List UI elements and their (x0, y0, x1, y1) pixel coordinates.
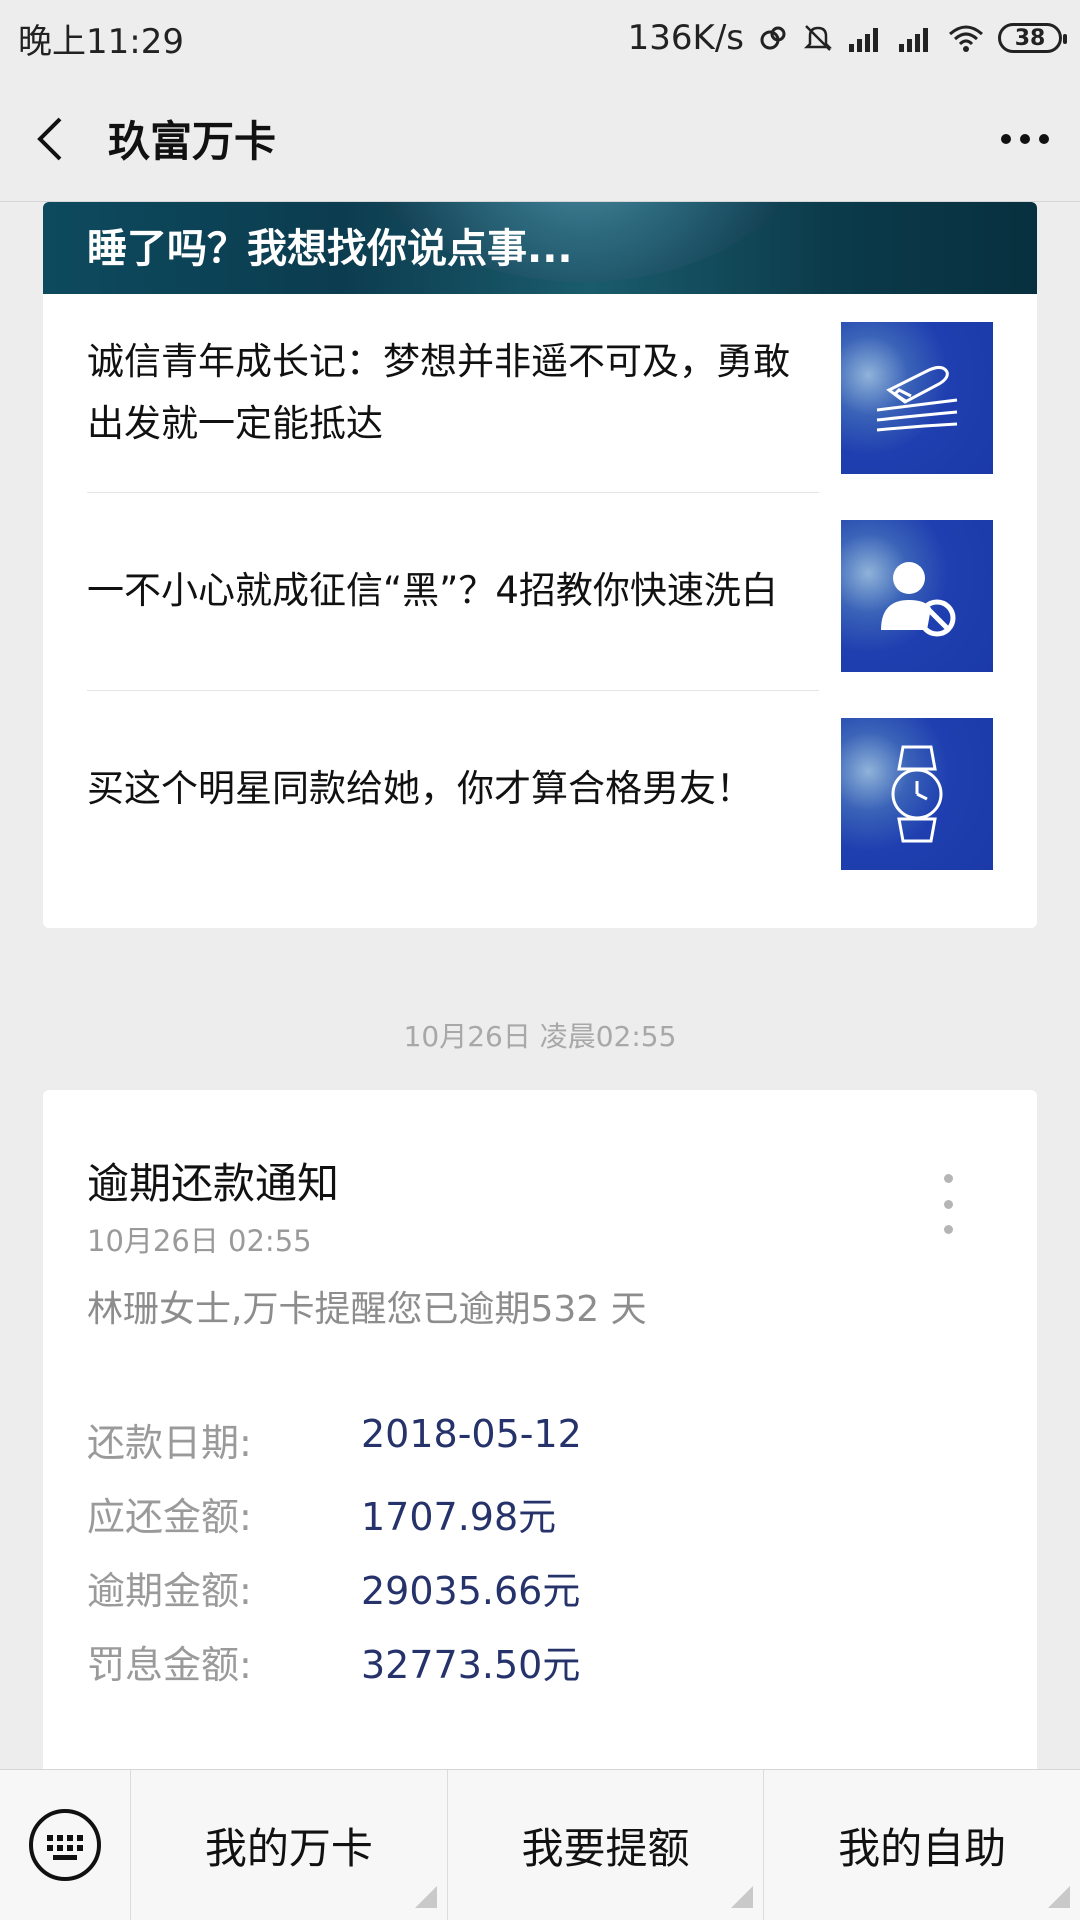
page-title: 玖富万卡 (108, 117, 277, 166)
watch-icon (841, 718, 993, 870)
article-item-1[interactable]: 诚信青年成长记：梦想并非遥不可及，勇敢出发就一定能抵达 (87, 294, 993, 492)
article-title: 诚信青年成长记：梦想并非遥不可及，勇敢出发就一定能抵达 (87, 340, 790, 445)
field-value: 32773.50元 (361, 1643, 581, 1687)
dot-icon (943, 1225, 953, 1234)
message-timestamp: 10月26日 凌晨02:55 (403, 1020, 677, 1053)
menu-my-card[interactable]: 我的万卡 (130, 1770, 447, 1920)
chat-content[interactable]: 睡了吗？我想找你说点事... 诚信青年成长记：梦想并非遥不可及，勇敢出发就一定能… (0, 202, 1080, 1769)
field-amount-due: 应还金额: 1707.98元 (87, 1486, 556, 1541)
article-card: 睡了吗？我想找你说点事... 诚信青年成长记：梦想并非遥不可及，勇敢出发就一定能… (43, 202, 1037, 928)
notice-date: 10月26日 02:55 (87, 1224, 312, 1258)
signal-icon (848, 24, 884, 52)
menu-label: 我的万卡 (204, 1823, 373, 1873)
user-blocked-icon (841, 520, 993, 672)
wifi-icon (948, 24, 984, 52)
field-penalty-amount: 罚息金额: 32773.50元 (87, 1634, 580, 1689)
field-value: 29035.66元 (361, 1569, 581, 1613)
field-label: 还款日期: (87, 1421, 252, 1465)
article-item-3[interactable]: 买这个明星同款给她，你才算合格男友！ (87, 690, 993, 888)
menu-label: 我要提额 (521, 1823, 690, 1873)
menu-self-service[interactable]: 我的自助 (763, 1770, 1080, 1920)
notice-more-button[interactable] (933, 1174, 963, 1234)
overdue-notice-card[interactable]: 逾期还款通知 10月26日 02:55 林珊女士,万卡提醒您已逾期532 天 还… (43, 1090, 1037, 1769)
article-title: 一不小心就成征信“黑”？4招教你快速洗白 (87, 569, 778, 612)
article-item-2[interactable]: 一不小心就成征信“黑”？4招教你快速洗白 (87, 492, 993, 690)
battery-indicator: 38 (998, 23, 1067, 53)
notice-title: 逾期还款通知 (87, 1159, 340, 1208)
more-button[interactable] (970, 76, 1080, 201)
net-speed: 136K/s (627, 18, 744, 58)
dot-icon (943, 1174, 953, 1183)
field-value: 1707.98元 (361, 1495, 557, 1539)
signal-icon-2 (898, 24, 934, 52)
keyboard-icon (29, 1809, 101, 1881)
chevron-left-icon (37, 117, 62, 160)
article-banner[interactable]: 睡了吗？我想找你说点事... (43, 202, 1037, 294)
nav-bar: 玖富万卡 (0, 76, 1080, 202)
more-dots-icon (1001, 133, 1049, 144)
status-time: 晚上11:29 (18, 21, 184, 62)
field-overdue-amount: 逾期金额: 29035.66元 (87, 1560, 580, 1615)
submenu-indicator-icon (731, 1886, 754, 1908)
mute-bell-icon (802, 22, 834, 54)
keyboard-toggle-button[interactable] (0, 1770, 130, 1920)
menu-raise-limit[interactable]: 我要提额 (446, 1770, 764, 1920)
submenu-indicator-icon (414, 1886, 437, 1908)
notice-message: 林珊女士,万卡提醒您已逾期532 天 (87, 1289, 647, 1330)
field-value: 2018-05-12 (361, 1412, 582, 1456)
back-button[interactable] (0, 76, 100, 201)
article-title: 买这个明星同款给她，你才算合格男友！ (87, 767, 753, 810)
menu-label: 我的自助 (838, 1823, 1007, 1873)
status-bar: 晚上11:29 136K/s 38 (0, 0, 1080, 76)
submenu-indicator-icon (1048, 1886, 1071, 1908)
dot-icon (943, 1199, 953, 1209)
bottom-menu: 我的万卡 我要提额 我的自助 (0, 1769, 1080, 1920)
field-label: 应还金额: (87, 1495, 252, 1539)
field-repay-date: 还款日期: 2018-05-12 (87, 1412, 582, 1467)
field-label: 逾期金额: (87, 1569, 252, 1613)
airplane-icon (841, 322, 993, 474)
link-icon (758, 23, 788, 53)
field-label: 罚息金额: (87, 1643, 252, 1687)
banner-title: 睡了吗？我想找你说点事... (87, 226, 573, 272)
